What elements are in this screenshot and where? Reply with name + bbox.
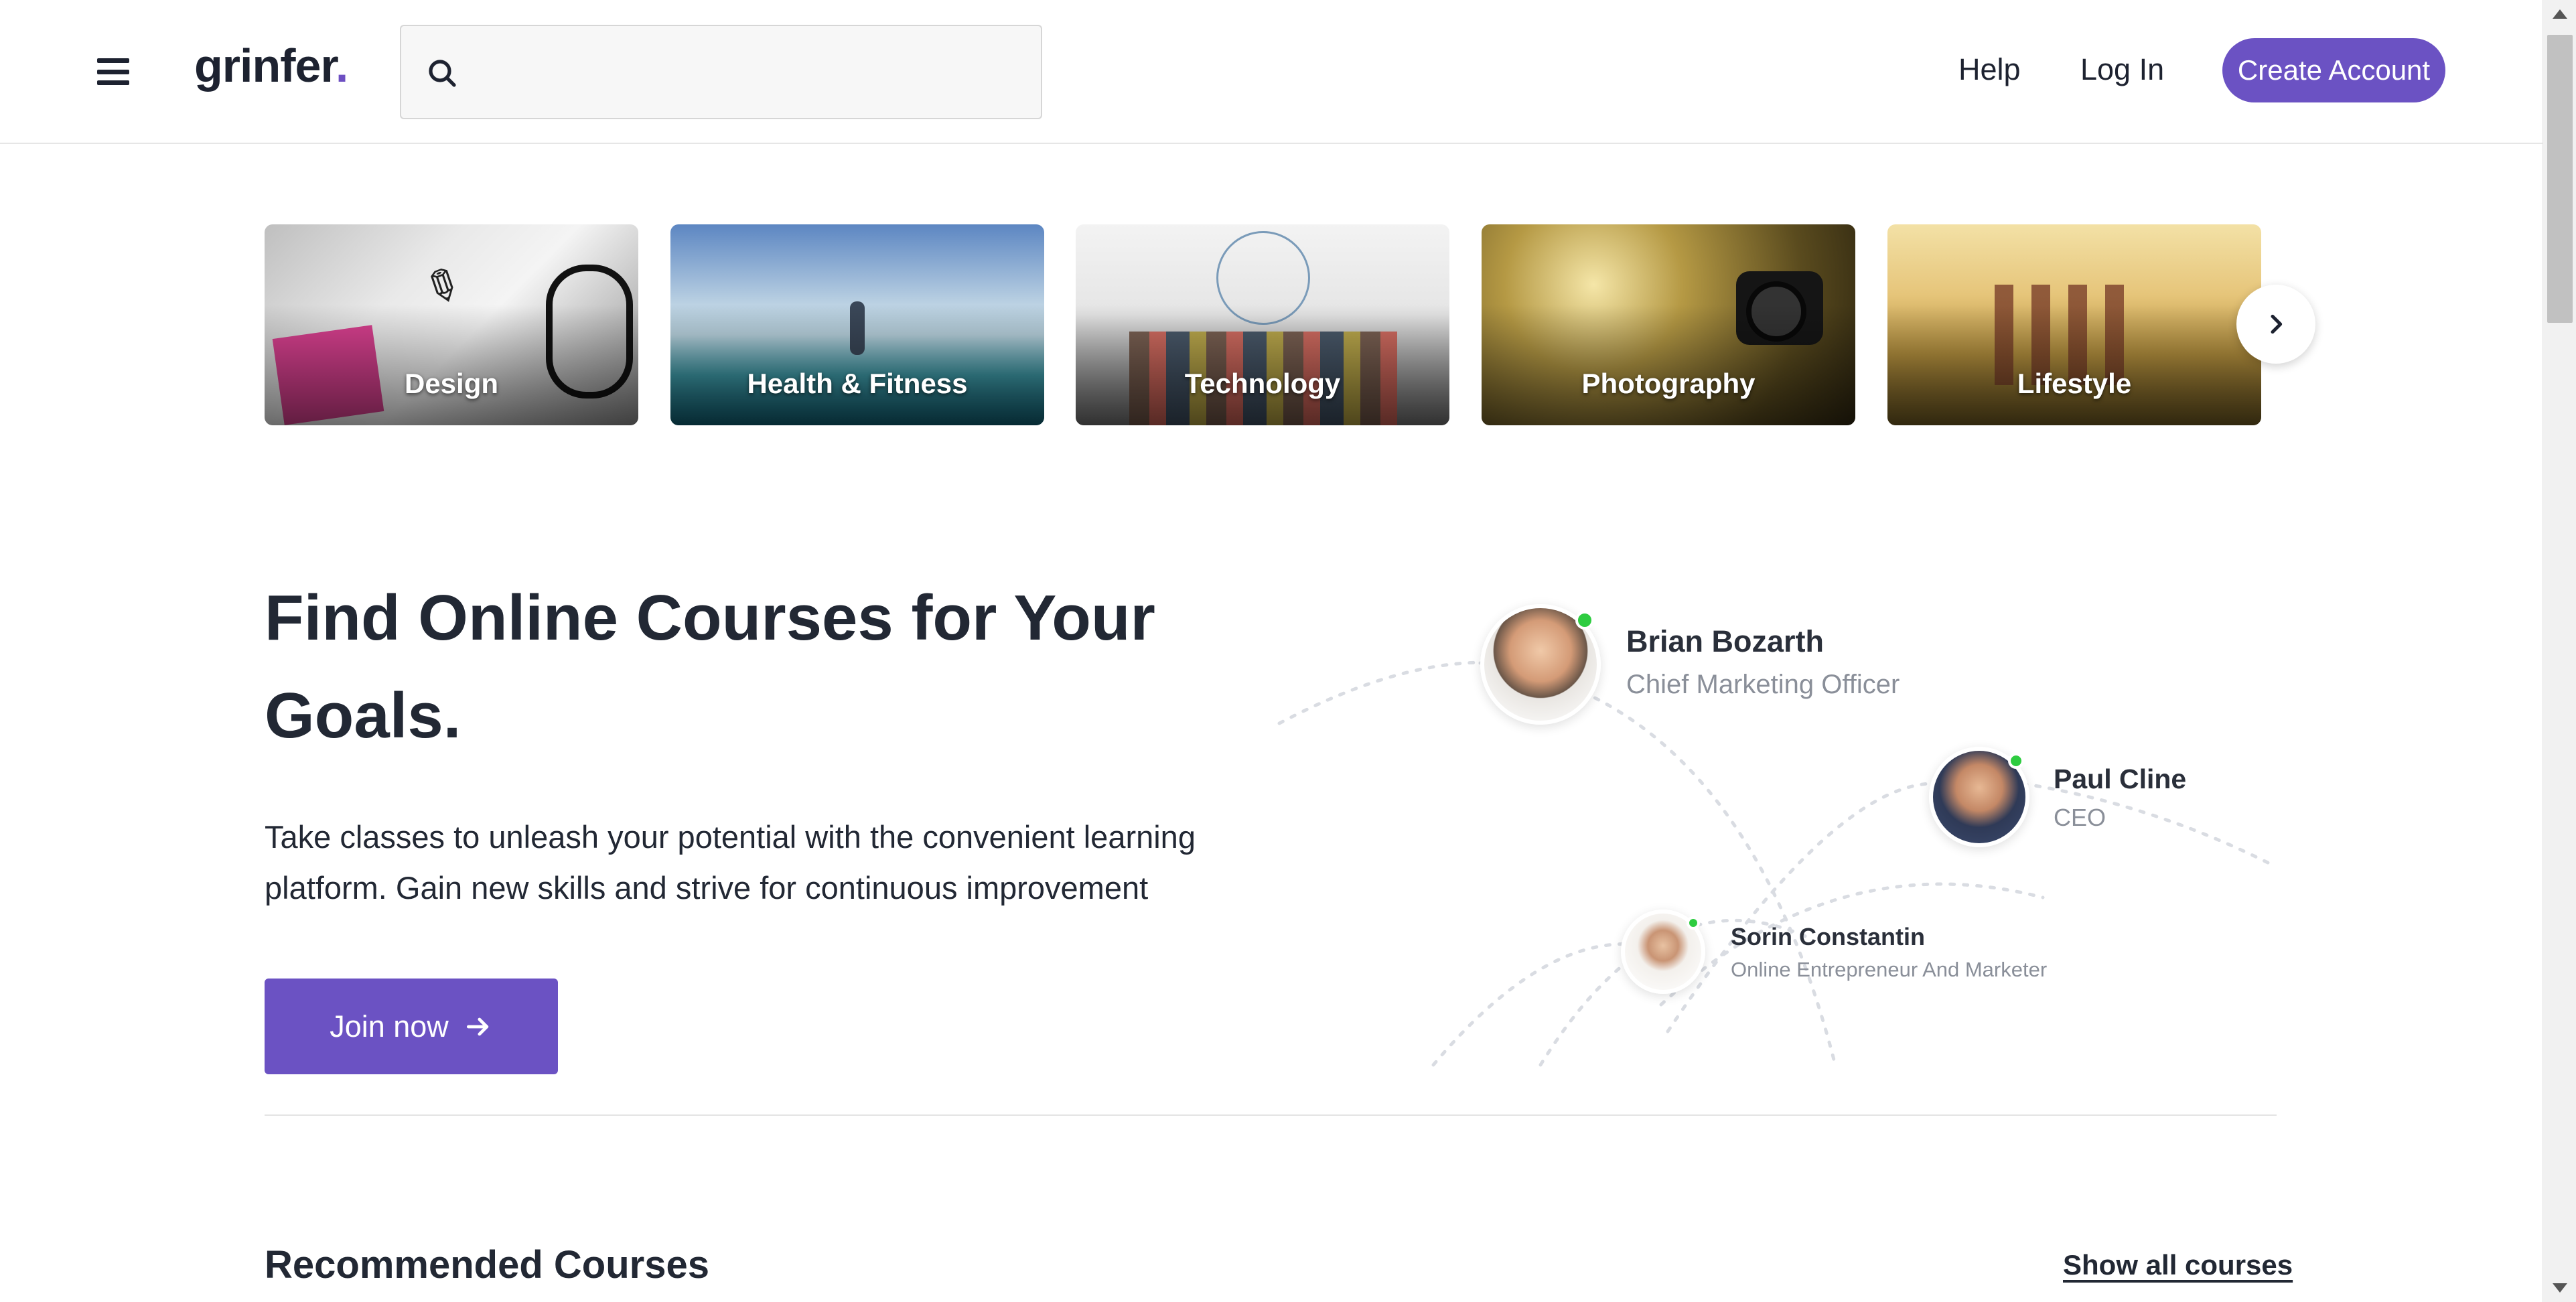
scroll-up-arrow-icon[interactable] — [2553, 9, 2567, 19]
search-icon — [429, 60, 456, 87]
category-label: Photography — [1581, 368, 1756, 399]
hamburger-bar — [97, 69, 129, 74]
category-label: Lifestyle — [2017, 368, 2132, 399]
online-status-dot — [2008, 753, 2024, 769]
carousel-next-button[interactable] — [2236, 285, 2315, 364]
hero-subtitle: Take classes to unleash your potential w… — [265, 819, 1196, 906]
section-divider — [265, 1114, 2277, 1116]
category-card-health-fitness[interactable]: Health & Fitness — [670, 224, 1044, 425]
logo-text: grinfer — [194, 40, 336, 92]
scroll-down-arrow-icon[interactable] — [2553, 1283, 2567, 1293]
help-link[interactable]: Help — [1958, 52, 2021, 87]
login-link[interactable]: Log In — [2080, 52, 2164, 87]
hero-title: Find Online Courses for Your Goals. — [265, 582, 1155, 751]
online-status-dot — [1687, 916, 1700, 930]
person-role: Online Entrepreneur And Marketer — [1731, 958, 2048, 981]
show-all-courses-link[interactable]: Show all courses — [2063, 1249, 2293, 1281]
page-scrollbar[interactable] — [2543, 0, 2576, 1302]
instructor-network-graphic: Brian Bozarth Chief Marketing Officer Pa… — [1259, 589, 2277, 1085]
person-name: Brian Bozarth — [1626, 624, 1824, 658]
logo[interactable]: grinfer. — [194, 39, 348, 92]
search-box[interactable] — [400, 25, 1042, 119]
online-status-dot — [1575, 611, 1594, 630]
hamburger-bar — [97, 80, 129, 85]
category-card-lifestyle[interactable]: Lifestyle — [1887, 224, 2261, 425]
category-carousel: ✎ Design Health & Fitness Technology Pho… — [265, 224, 2274, 427]
category-label: Design — [404, 368, 499, 399]
person-role: CEO — [2054, 804, 2106, 831]
person-name: Sorin Constantin — [1731, 923, 1925, 950]
chevron-right-icon — [2271, 314, 2283, 334]
category-card-technology[interactable]: Technology — [1076, 224, 1449, 425]
hamburger-menu-icon[interactable] — [97, 58, 129, 85]
top-header: grinfer. Help Log In Create Account — [0, 0, 2543, 144]
recommended-courses-title: Recommended Courses — [265, 1243, 709, 1287]
logo-dot: . — [335, 40, 348, 92]
scroll-thumb[interactable] — [2547, 35, 2573, 323]
category-label: Health & Fitness — [747, 368, 968, 399]
person-name: Paul Cline — [2054, 764, 2187, 794]
create-account-button[interactable]: Create Account — [2222, 38, 2445, 102]
join-now-button[interactable]: Join now — [265, 979, 558, 1074]
category-card-photography[interactable]: Photography — [1482, 224, 1855, 425]
arrow-right-icon — [466, 1017, 489, 1035]
category-card-design[interactable]: ✎ Design — [265, 224, 638, 425]
search-input[interactable] — [475, 33, 1024, 112]
person-role: Chief Marketing Officer — [1626, 670, 1900, 699]
category-label: Technology — [1184, 368, 1341, 399]
network-lines — [1277, 660, 2273, 1067]
join-now-label: Join now — [330, 1009, 449, 1043]
hamburger-bar — [97, 58, 129, 63]
